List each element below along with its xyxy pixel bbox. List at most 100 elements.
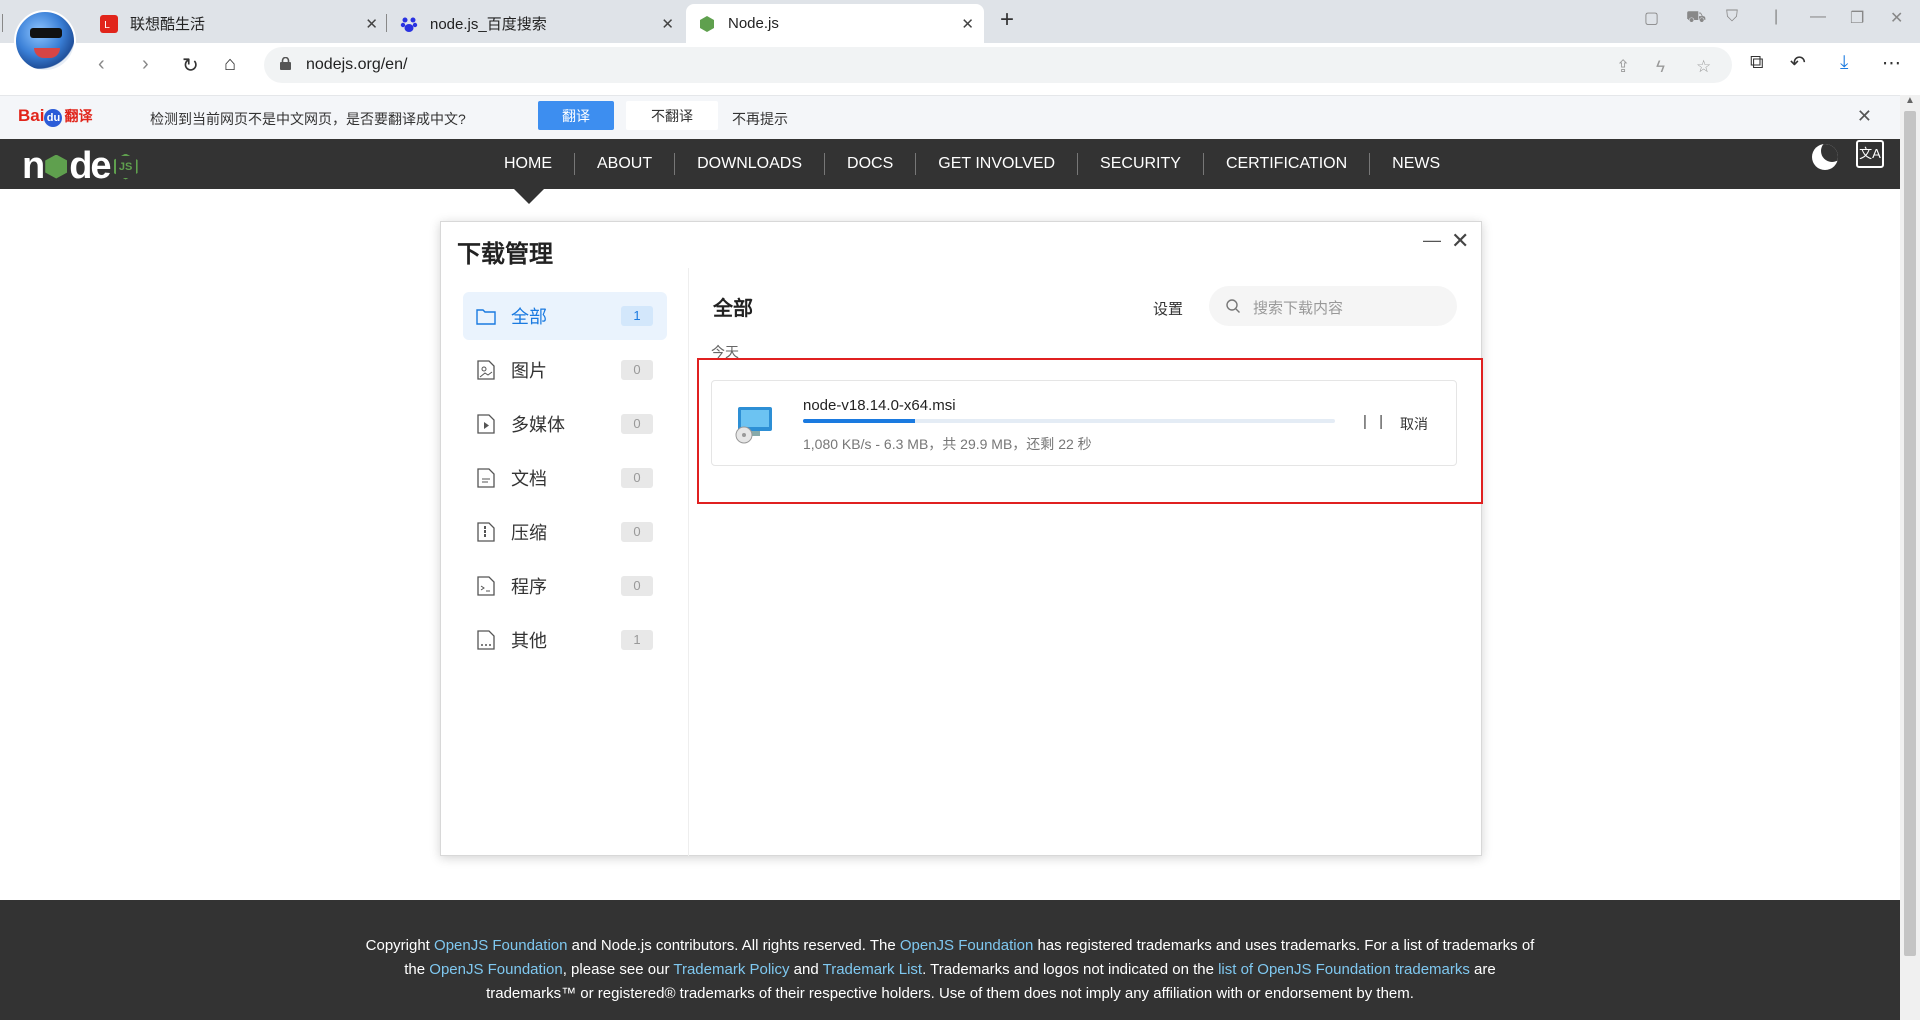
tab-title: node.js_百度搜索 (430, 16, 547, 33)
close-translate-bar-icon[interactable]: ✕ (1857, 106, 1872, 127)
undo-close-icon[interactable]: ↶ (1790, 52, 1806, 75)
category-media[interactable]: 多媒体 0 (463, 400, 667, 448)
category-label: 文档 (511, 469, 547, 489)
nav-get-involved[interactable]: GET INVOLVED (916, 153, 1079, 175)
download-item[interactable]: node-v18.14.0-x64.msi 1,080 KB/s - 6.3 M… (711, 380, 1457, 466)
baidu-paw-icon (400, 15, 418, 33)
no-translate-button[interactable]: 不翻译 (626, 101, 718, 130)
lightning-icon[interactable]: ϟ (1656, 57, 1665, 77)
close-window-icon[interactable]: ✕ (1890, 8, 1903, 28)
tab-lenovo[interactable]: L 联想酷生活 ✕ (88, 4, 388, 43)
tab-separator (2, 14, 3, 32)
nav-downloads[interactable]: DOWNLOADS (675, 153, 826, 175)
footer-link[interactable]: OpenJS Foundation (434, 937, 567, 954)
tab-search-icon[interactable]: ▢ (1644, 8, 1659, 28)
dark-mode-moon-icon[interactable] (1812, 144, 1838, 170)
close-tab-icon[interactable]: ✕ (661, 15, 674, 33)
category-count: 1 (621, 306, 653, 326)
search-icon (1226, 299, 1240, 313)
category-programs[interactable]: 程序 0 (463, 562, 667, 610)
nav-certification[interactable]: CERTIFICATION (1204, 153, 1371, 175)
minimize-dialog-icon[interactable]: — (1423, 230, 1441, 251)
extensions-icon[interactable]: ⧉ (1750, 52, 1764, 74)
category-archives[interactable]: 压缩 0 (463, 508, 667, 556)
download-progress-bar (803, 419, 1335, 423)
back-icon[interactable]: ‹ (98, 53, 105, 76)
category-documents[interactable]: 文档 0 (463, 454, 667, 502)
footer-link[interactable]: OpenJS Foundation (429, 961, 562, 978)
translate-button[interactable]: 翻译 (538, 101, 614, 130)
nodejs-logo[interactable]: n de JS (22, 145, 138, 188)
new-tab-button[interactable]: + (1000, 6, 1014, 34)
category-other[interactable]: 其他 1 (463, 616, 667, 664)
nav-home[interactable]: HOME (482, 153, 575, 175)
avatar-mouth (34, 48, 60, 58)
translate-bar: Bai du 翻译 检测到当前网页不是中文网页，是否要翻译成中文? 翻译 不翻译 不… (0, 95, 1920, 139)
category-count: 0 (621, 360, 653, 380)
site-footer: Copyright OpenJS Foundation and Node.js … (0, 900, 1900, 1020)
nav-about[interactable]: ABOUT (575, 153, 676, 175)
svg-text:L: L (104, 20, 110, 31)
download-filename: node-v18.14.0-x64.msi (803, 397, 956, 414)
address-bar[interactable]: nodejs.org/en/ ⇪ ϟ ☆ (264, 47, 1732, 83)
category-label: 压缩 (511, 523, 547, 543)
never-remind-link[interactable]: 不再提示 (732, 109, 788, 129)
category-all[interactable]: 全部 1 (463, 292, 667, 340)
nav-news[interactable]: NEWS (1370, 153, 1462, 175)
download-search-input[interactable]: 搜索下载内容 (1209, 286, 1457, 326)
scrollbar-thumb[interactable] (1904, 111, 1916, 956)
minimize-window-icon[interactable]: — (1810, 8, 1826, 26)
translate-message: 检测到当前网页不是中文网页，是否要翻译成中文? (150, 111, 466, 127)
shirt-theme-icon[interactable]: ⛉ (1726, 8, 1738, 26)
scroll-up-arrow-icon[interactable]: ▲ (1905, 95, 1915, 106)
nav-security[interactable]: SECURITY (1078, 153, 1204, 175)
download-progress-fill (803, 419, 915, 423)
pause-button[interactable]: | | (1363, 413, 1387, 430)
bookmark-star-icon[interactable]: ☆ (1696, 57, 1711, 77)
lenovo-icon: L (100, 14, 118, 33)
tab-baidu[interactable]: node.js_百度搜索 ✕ (388, 4, 684, 43)
forward-icon[interactable]: › (142, 53, 149, 76)
car-mode-icon[interactable]: ⛟ (1686, 8, 1706, 28)
installer-file-icon (735, 407, 772, 444)
dialog-title: 下载管理 (457, 241, 553, 268)
close-dialog-icon[interactable]: ✕ (1451, 228, 1469, 254)
more-menu-icon[interactable]: ⋯ (1882, 52, 1901, 75)
category-label: 其他 (511, 631, 547, 651)
baidu-translate-logo: Bai du 翻译 (18, 106, 93, 127)
close-tab-icon[interactable]: ✕ (365, 15, 378, 33)
divider-icon: | (1774, 8, 1779, 25)
address-toolbar: ‹ › ↻ ⌂ nodejs.org/en/ ⇪ ϟ ☆ ⧉ ↶ ⤓ ⋯ (0, 43, 1920, 88)
section-heading: 全部 (713, 298, 753, 320)
download-icon[interactable]: ⤓ (1840, 52, 1848, 74)
language-translate-icon[interactable]: 文A (1856, 140, 1884, 168)
avatar-sunglasses (30, 28, 62, 38)
restore-window-icon[interactable]: ❐ (1850, 8, 1864, 28)
footer-link[interactable]: OpenJS Foundation (900, 937, 1033, 954)
category-count: 1 (621, 630, 653, 650)
tab-strip: L 联想酷生活 ✕ node.js_百度搜索 ✕ Node.js ✕ + ▢ ⛟… (0, 0, 1920, 72)
close-tab-icon[interactable]: ✕ (961, 15, 974, 33)
media-file-icon (475, 413, 497, 435)
share-icon[interactable]: ⇪ (1616, 57, 1630, 77)
category-count: 0 (621, 468, 653, 488)
profile-avatar[interactable] (14, 10, 76, 72)
lock-icon (280, 57, 291, 70)
cancel-button[interactable]: 取消 (1400, 414, 1428, 434)
category-images[interactable]: 图片 0 (463, 346, 667, 394)
page-scrollbar[interactable]: ▲ (1900, 95, 1920, 1020)
reload-icon[interactable]: ↻ (182, 53, 199, 78)
tab-title: Node.js (728, 15, 779, 32)
footer-link[interactable]: list of OpenJS Foundation trademarks (1218, 961, 1470, 978)
settings-link[interactable]: 设置 (1153, 298, 1183, 319)
tab-separator (386, 14, 387, 32)
footer-link[interactable]: Trademark List (823, 961, 922, 978)
nav-docs[interactable]: DOCS (825, 153, 917, 175)
category-count: 0 (621, 576, 653, 596)
tab-nodejs[interactable]: Node.js ✕ (686, 4, 984, 43)
home-icon[interactable]: ⌂ (224, 53, 236, 76)
folder-icon (475, 305, 497, 327)
footer-link[interactable]: Trademark Policy (673, 961, 789, 978)
active-nav-pointer (514, 189, 544, 204)
nodejs-hex-icon (698, 15, 716, 33)
